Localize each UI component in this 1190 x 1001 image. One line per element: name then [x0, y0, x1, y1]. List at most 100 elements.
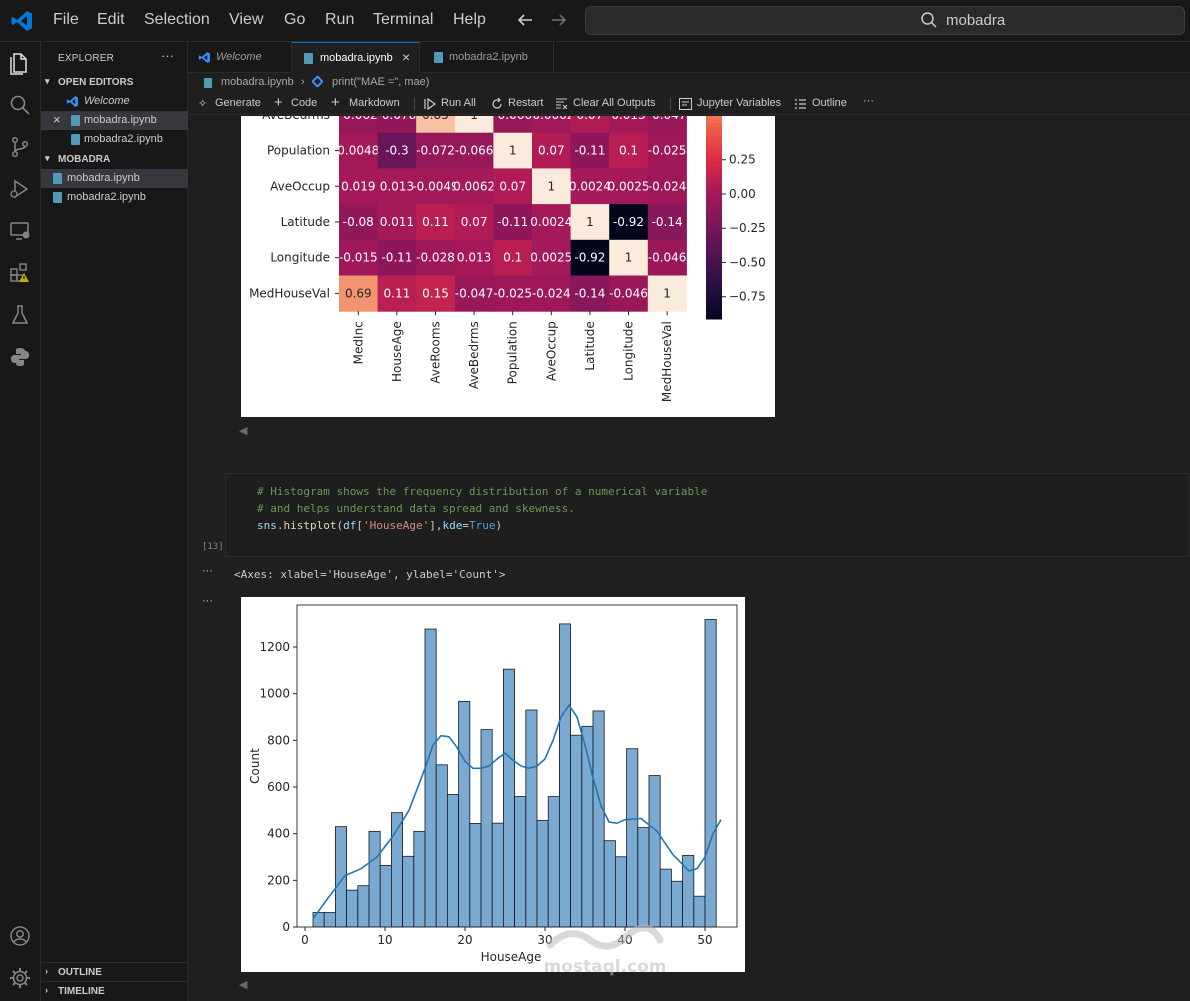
close-icon[interactable]: ×: [402, 49, 410, 65]
menu-view[interactable]: View: [229, 11, 263, 29]
colorbar-segment: [706, 214, 722, 220]
menu-help[interactable]: Help: [453, 11, 486, 29]
variables-icon: [679, 98, 692, 110]
menu-terminal[interactable]: Terminal: [373, 11, 433, 29]
colorbar-tick-label: −0.75: [729, 290, 766, 304]
heatmap-cell-label: -0.92: [574, 251, 605, 265]
folder-file-mobadra[interactable]: mobadra.ipynb: [41, 169, 188, 188]
plus-icon: +: [274, 94, 283, 111]
breadcrumb-symbol[interactable]: print("MAE =", mae): [332, 76, 429, 88]
tab-label: Welcome: [216, 51, 262, 63]
code-token: True: [468, 519, 496, 532]
colorbar-segment: [706, 210, 722, 216]
heatmap-cell-label: -0.025: [648, 144, 687, 158]
open-editors-header[interactable]: ▾ OPEN EDITORS: [41, 73, 188, 93]
outline-button[interactable]: Outline: [812, 97, 847, 109]
collapse-output-icon[interactable]: ◀: [239, 424, 247, 437]
output-text: <Axes: xlabel='HouseAge', ylabel='Count'…: [234, 568, 506, 581]
folder-file-mobadra2[interactable]: mobadra2.ipynb: [41, 188, 188, 207]
folder-header[interactable]: ▾ MOBADRA: [41, 150, 188, 170]
output-more-button[interactable]: ···: [202, 565, 213, 577]
chevron-down-icon: ▾: [45, 76, 50, 86]
extensions-icon[interactable]: [8, 261, 32, 285]
histogram-bar: [446, 794, 459, 928]
settings-gear-icon[interactable]: [8, 966, 32, 990]
run-all-button[interactable]: Run All: [441, 97, 476, 109]
histogram-bar: [323, 912, 336, 928]
add-code-button[interactable]: Code: [291, 97, 317, 109]
tab-mobadra[interactable]: mobadra.ipynb ×: [292, 42, 420, 73]
heatmap-cell-label: 0.07: [499, 179, 526, 193]
breadcrumb-file[interactable]: mobadra.ipynb: [221, 76, 294, 88]
testing-flask-icon[interactable]: [8, 303, 32, 327]
clear-all-outputs-button[interactable]: Clear All Outputs: [573, 97, 656, 109]
histogram-bar: [558, 623, 571, 928]
forward-arrow-icon[interactable]: [550, 12, 568, 28]
chevron-right-icon: ›: [45, 985, 48, 995]
heatmap-cell-label: 0.0024: [569, 179, 611, 193]
y-tick-label: 1200: [259, 640, 290, 654]
explorer-files-icon[interactable]: [8, 51, 32, 75]
heatmap-cell-label: -0.08: [343, 215, 374, 229]
command-center-search[interactable]: mobadra: [585, 6, 1185, 35]
code-editor[interactable]: # Histogram shows the frequency distribu…: [226, 474, 1189, 556]
accounts-icon[interactable]: [8, 924, 32, 948]
heatmap-cell-label: 0.69: [345, 286, 372, 300]
open-editor-mobadra[interactable]: × mobadra.ipynb: [41, 111, 188, 130]
notebook-toolbar: ✧ Generate + Code + Markdown Run All Res…: [188, 93, 1190, 115]
code-comment-line: # and helps understand data spread and s…: [257, 502, 575, 515]
toolbar-divider: [670, 97, 671, 111]
python-icon[interactable]: [8, 345, 32, 369]
timeline-header[interactable]: › TIMELINE: [41, 981, 188, 1001]
colorbar-segment: [706, 254, 722, 260]
colorbar-segment: [706, 118, 722, 124]
heatmap-cell-label: 1: [625, 251, 633, 265]
histogram-bar: [368, 830, 381, 928]
histogram-bar: [424, 628, 437, 928]
search-icon[interactable]: [8, 93, 32, 117]
colorbar-segment: [706, 166, 722, 172]
open-editor-welcome[interactable]: Welcome: [41, 92, 188, 111]
run-debug-icon[interactable]: [8, 177, 32, 201]
heatmap-cell-label: -0.046: [648, 251, 687, 265]
heatmap-row-label: MedHouseVal: [249, 286, 330, 300]
heatmap-cell-label: 0.0062: [453, 179, 495, 193]
heatmap-column-label: AveBedrms: [467, 321, 481, 389]
collapse-output-icon[interactable]: ◀: [239, 978, 247, 991]
histogram-bar: [346, 889, 359, 928]
tab-mobadra2[interactable]: mobadra2.ipynb: [420, 42, 554, 73]
restart-button[interactable]: Restart: [508, 97, 543, 109]
menu-go[interactable]: Go: [284, 11, 305, 29]
add-markdown-button[interactable]: Markdown: [349, 97, 400, 109]
close-icon[interactable]: ×: [53, 112, 61, 127]
menu-run[interactable]: Run: [325, 11, 354, 29]
sidebar-more-button[interactable]: ···: [161, 48, 174, 63]
back-arrow-icon[interactable]: [516, 12, 534, 28]
heatmap-cell-label: 0.07: [577, 116, 604, 122]
menu-selection[interactable]: Selection: [144, 11, 210, 29]
folder-label: MOBADRA: [58, 154, 111, 165]
colorbar-segment: [706, 127, 722, 133]
open-editor-mobadra2[interactable]: mobadra2.ipynb: [41, 130, 188, 149]
source-control-icon[interactable]: [8, 135, 32, 159]
heatmap-column-label: MedHouseVal: [660, 321, 674, 402]
notebook-file-icon: [304, 53, 313, 64]
jupyter-variables-button[interactable]: Jupyter Variables: [697, 97, 781, 109]
heatmap-output: -0.062-0.0780.851-0.066-0.00620.070.013-…: [241, 116, 775, 417]
notebook-file-icon: [204, 78, 212, 88]
output-more-button[interactable]: ···: [202, 595, 213, 607]
colorbar-segment: [706, 219, 722, 225]
outline-label: OUTLINE: [58, 967, 102, 978]
y-tick-label: 1000: [259, 687, 290, 701]
menu-file[interactable]: File: [53, 11, 79, 29]
histogram-bar: [514, 796, 527, 928]
outline-header[interactable]: › OUTLINE: [41, 962, 188, 982]
generate-button[interactable]: Generate: [215, 97, 261, 109]
heatmap-cell-label: 0.013: [457, 251, 491, 265]
colorbar-segment: [706, 241, 722, 246]
toolbar-more-button[interactable]: ···: [863, 95, 874, 107]
remote-explorer-icon[interactable]: [8, 219, 32, 243]
code-cell[interactable]: # Histogram shows the frequency distribu…: [225, 473, 1190, 557]
tab-welcome[interactable]: Welcome: [188, 42, 292, 73]
menu-edit[interactable]: Edit: [97, 11, 125, 29]
